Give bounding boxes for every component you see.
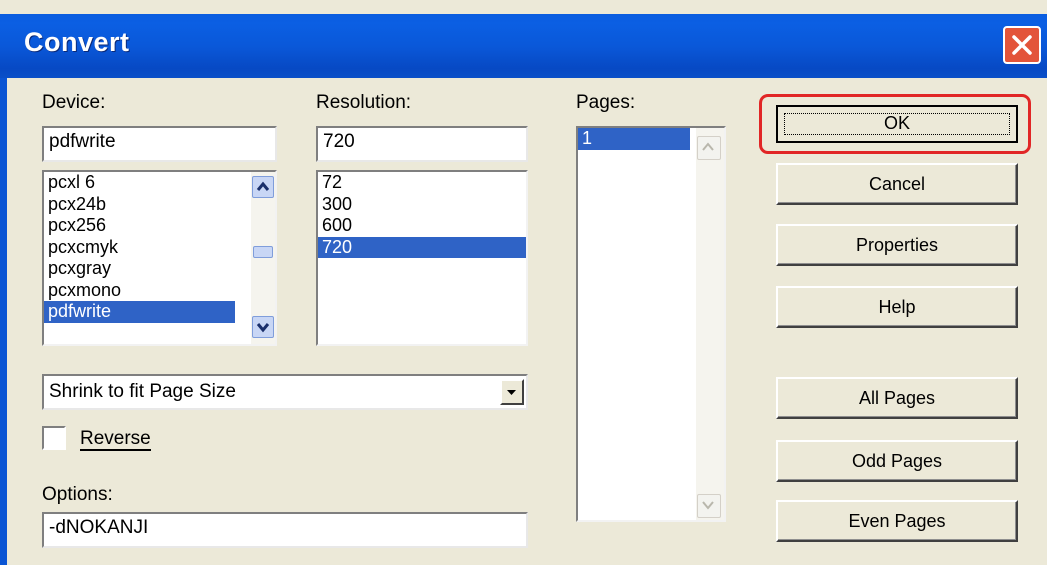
pages-scrollbar[interactable]: [696, 128, 724, 520]
list-item[interactable]: 600: [318, 215, 526, 237]
close-icon: [1012, 35, 1032, 55]
device-label: Device:: [42, 92, 106, 113]
window-title: Convert: [24, 27, 130, 57]
list-item[interactable]: pcx256: [44, 215, 275, 237]
cancel-button[interactable]: Cancel: [776, 163, 1018, 205]
help-label: Help: [878, 297, 916, 317]
window-border: [0, 78, 7, 565]
scroll-down-button[interactable]: [697, 494, 721, 518]
properties-label: Properties: [855, 235, 939, 255]
scroll-up-button[interactable]: [252, 176, 274, 198]
dropdown-button[interactable]: [500, 379, 524, 405]
properties-button[interactable]: Properties: [776, 224, 1018, 266]
chevron-down-icon: [702, 501, 714, 510]
list-item[interactable]: 300: [318, 194, 526, 216]
options-label: Options:: [42, 484, 113, 505]
title-bar[interactable]: [0, 14, 1047, 78]
convert-dialog: Convert Device: Resolution: Pages: pdfwr…: [0, 0, 1047, 565]
resolution-field[interactable]: 720: [316, 126, 528, 162]
device-list[interactable]: pcxl 6 pcx24b pcx256 pcxcmyk pcxgray pcx…: [42, 170, 277, 346]
triangle-down-icon: [507, 390, 516, 395]
list-item[interactable]: 72: [318, 172, 526, 194]
list-item[interactable]: pcx24b: [44, 194, 275, 216]
help-button[interactable]: Help: [776, 286, 1018, 328]
chevron-up-icon: [256, 181, 270, 191]
list-item-selected[interactable]: 1: [578, 128, 690, 150]
list-item[interactable]: pcxl 6: [44, 172, 275, 194]
highlight-box: [759, 94, 1031, 154]
even-pages-button[interactable]: Even Pages: [776, 500, 1018, 542]
pages-list[interactable]: 1: [576, 126, 726, 522]
list-item[interactable]: pcxgray: [44, 258, 275, 280]
list-item-selected[interactable]: pdfwrite: [44, 301, 235, 323]
page-size-select[interactable]: Shrink to fit Page Size: [42, 374, 528, 410]
cancel-label: Cancel: [868, 174, 926, 194]
chevron-up-icon: [702, 142, 714, 151]
page-size-value: Shrink to fit Page Size: [49, 381, 236, 402]
list-item-selected[interactable]: 720: [318, 236, 526, 258]
reverse-label[interactable]: Reverse: [80, 428, 151, 451]
list-item[interactable]: pcxmono: [44, 280, 275, 302]
odd-pages-button[interactable]: Odd Pages: [776, 440, 1018, 482]
even-pages-label: Even Pages: [848, 511, 946, 531]
all-pages-label: All Pages: [858, 388, 936, 408]
scroll-up-button[interactable]: [697, 136, 721, 160]
list-item[interactable]: pcxcmyk: [44, 237, 275, 259]
device-scrollbar[interactable]: [251, 172, 275, 344]
scroll-down-button[interactable]: [252, 316, 274, 338]
options-field[interactable]: -dNOKANJI: [42, 512, 528, 548]
reverse-checkbox[interactable]: [42, 426, 66, 450]
device-field[interactable]: pdfwrite: [42, 126, 277, 162]
resolution-label: Resolution:: [316, 92, 412, 113]
chevron-down-icon: [256, 323, 270, 333]
reverse-label-text: Reverse: [80, 428, 151, 451]
pages-label: Pages:: [576, 92, 636, 113]
scroll-thumb[interactable]: [253, 246, 273, 258]
all-pages-button[interactable]: All Pages: [776, 377, 1018, 419]
close-button[interactable]: [1003, 26, 1041, 64]
resolution-list[interactable]: 72 300 600 720: [316, 170, 528, 346]
odd-pages-label: Odd Pages: [851, 451, 943, 471]
